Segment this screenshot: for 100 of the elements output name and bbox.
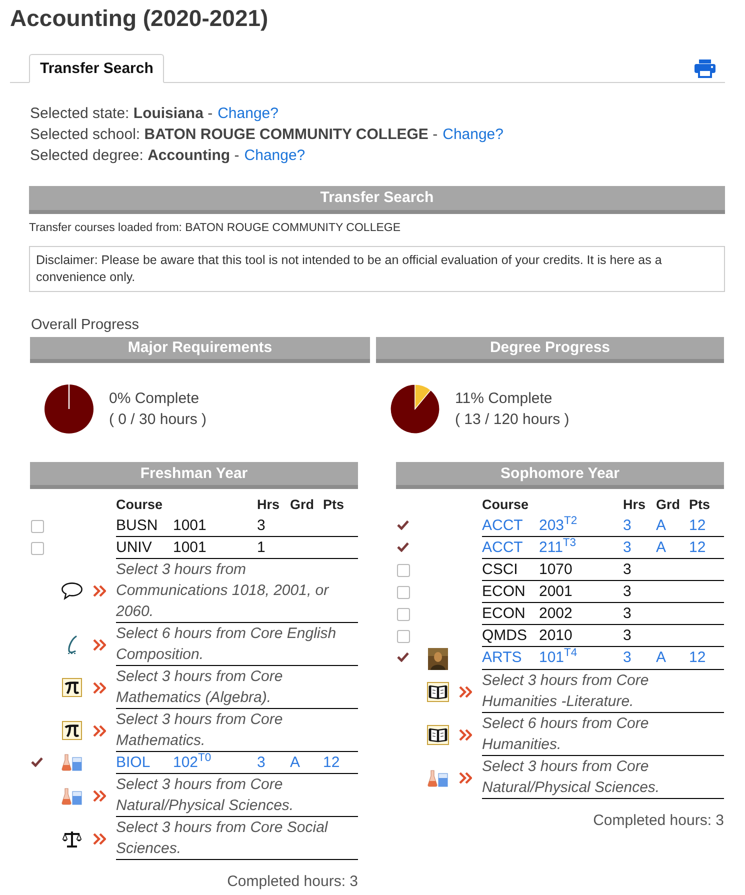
selection-text: Selected degree: Accounting - bbox=[30, 146, 240, 166]
selection-text: Selected school: BATON ROUGE COMMUNITY COLLEGE - bbox=[30, 125, 438, 145]
course-points[interactable]: 12 bbox=[689, 539, 706, 556]
print-icon[interactable] bbox=[694, 59, 716, 78]
double-chevron-icon[interactable] bbox=[93, 638, 106, 650]
flask-beaker-icon bbox=[427, 768, 449, 786]
pen-stroke-icon bbox=[65, 634, 79, 654]
checkbox[interactable] bbox=[31, 542, 44, 555]
column-header: Course bbox=[116, 497, 163, 512]
check-mark[interactable] bbox=[397, 652, 409, 662]
tab[interactable]: Transfer Search bbox=[29, 54, 164, 83]
double-chevron-icon[interactable] bbox=[93, 585, 106, 597]
double-chevron-icon[interactable] bbox=[93, 724, 106, 736]
requirement-text: Select 3 hours from Core Mathematics (Algebra). bbox=[116, 667, 284, 708]
year-header: Freshman Year bbox=[30, 462, 358, 489]
course-number[interactable]: 102$^{T0}$ bbox=[173, 754, 212, 771]
selection-text: Selected state: Louisiana - bbox=[30, 104, 213, 124]
course-grade[interactable]: A bbox=[656, 517, 666, 534]
section-header: Transfer Search bbox=[29, 186, 725, 214]
course-subject: CSCI bbox=[482, 561, 518, 578]
course-number: 2001 bbox=[539, 583, 572, 600]
course-number: 2002 bbox=[539, 605, 572, 622]
speech-bubble-icon bbox=[61, 582, 83, 600]
course-subject: QMDS bbox=[482, 627, 527, 644]
course-grade[interactable]: A bbox=[656, 539, 666, 556]
course-hours: 3 bbox=[623, 627, 632, 644]
check-mark[interactable] bbox=[397, 542, 409, 552]
requirement-text: Select 3 hours from Core Humanities -Literature. bbox=[482, 671, 650, 712]
course-hours: 3 bbox=[623, 605, 632, 622]
check-mark[interactable] bbox=[31, 757, 43, 767]
column-header: Pts bbox=[689, 497, 710, 512]
course-number[interactable]: 211$^{T3}$ bbox=[539, 539, 576, 556]
course-subject[interactable]: ARTS bbox=[482, 649, 522, 666]
course-subject: ECON bbox=[482, 605, 526, 622]
panel-header: Major Requirements bbox=[30, 337, 370, 363]
hours-text: ( 0 / 30 hours ) bbox=[109, 410, 207, 430]
double-chevron-icon[interactable] bbox=[93, 832, 106, 844]
double-chevron-icon[interactable] bbox=[459, 686, 472, 698]
checkbox[interactable] bbox=[397, 608, 410, 621]
course-hours[interactable]: 3 bbox=[257, 754, 266, 771]
book-icon bbox=[427, 682, 449, 702]
page-title: Accounting (2020-2021) bbox=[10, 4, 268, 32]
column-header: Hrs bbox=[623, 497, 646, 512]
course-points[interactable]: 12 bbox=[689, 649, 706, 666]
requirement-text: Select 6 hours from Core Humanities. bbox=[482, 714, 650, 755]
pi-icon bbox=[62, 678, 82, 697]
course-subject: ECON bbox=[482, 583, 526, 600]
course-subject[interactable]: ACCT bbox=[482, 517, 523, 534]
course-subject: BUSN bbox=[116, 517, 158, 534]
course-hours[interactable]: 3 bbox=[623, 649, 632, 666]
course-subject[interactable]: ACCT bbox=[482, 539, 523, 556]
course-number[interactable]: 203$^{T2}$ bbox=[539, 517, 578, 534]
double-chevron-icon[interactable] bbox=[93, 682, 106, 694]
course-hours: 3 bbox=[623, 561, 632, 578]
column-header: Grd bbox=[656, 497, 680, 512]
course-grade[interactable]: A bbox=[290, 754, 300, 771]
course-number: 2010 bbox=[539, 627, 572, 644]
double-chevron-icon[interactable] bbox=[459, 728, 472, 740]
panel-header: Degree Progress bbox=[376, 337, 724, 363]
scales-icon bbox=[62, 830, 82, 848]
year-header: Sophomore Year bbox=[396, 462, 724, 489]
requirement-text: Select 3 hours from Communications 1018, 2001, or 2060. bbox=[116, 560, 330, 622]
course-number[interactable]: 101$^{T4}$ bbox=[539, 649, 578, 666]
course-subject[interactable]: BIOL bbox=[116, 754, 150, 771]
course-hours[interactable]: 3 bbox=[623, 539, 632, 556]
change-link[interactable]: Change? bbox=[244, 145, 306, 166]
double-chevron-icon[interactable] bbox=[93, 790, 106, 802]
course-hours: 1 bbox=[257, 539, 266, 556]
overall-progress-heading: Overall Progress bbox=[31, 316, 139, 335]
hours-text: ( 13 / 120 hours ) bbox=[455, 410, 570, 430]
checkbox[interactable] bbox=[397, 564, 410, 577]
column-header: Pts bbox=[323, 497, 344, 512]
change-link[interactable]: Change? bbox=[218, 103, 278, 124]
requirement-text: Select 3 hours from Core Natural/Physical Sciences. bbox=[482, 757, 661, 798]
course-hours: 3 bbox=[623, 583, 632, 600]
course-points[interactable]: 12 bbox=[323, 754, 340, 771]
course-hours: 3 bbox=[257, 517, 266, 534]
check-mark[interactable] bbox=[397, 520, 409, 530]
percent-text: 11% Complete bbox=[455, 389, 552, 409]
checkbox[interactable] bbox=[31, 520, 44, 533]
course-hours[interactable]: 3 bbox=[623, 517, 632, 534]
checkbox[interactable] bbox=[397, 586, 410, 599]
course-subject: UNIV bbox=[116, 539, 152, 556]
column-header: Grd bbox=[290, 497, 314, 512]
requirement-text: Select 3 hours from Core Mathematics. bbox=[116, 710, 284, 751]
completed-hours-text: Completed hours: 3 bbox=[593, 811, 724, 831]
requirement-text: Select 3 hours from Core Natural/Physical Sciences. bbox=[116, 775, 295, 816]
double-chevron-icon[interactable] bbox=[459, 772, 472, 784]
disclaimer-notice: Disclaimer: Please be aware that this tool is not intended to be an official evaluation of your credits. It is here as a convenience only. bbox=[29, 246, 725, 292]
percent-text: 0% Complete bbox=[109, 389, 200, 409]
requirement-text: Select 3 hours from Core Social Sciences. bbox=[116, 818, 329, 859]
change-link[interactable]: Change? bbox=[442, 124, 504, 145]
column-header: Course bbox=[482, 497, 529, 512]
course-points[interactable]: 12 bbox=[689, 517, 706, 534]
course-number: 1001 bbox=[173, 517, 206, 534]
course-grade[interactable]: A bbox=[656, 649, 666, 666]
column-header: Hrs bbox=[257, 497, 280, 512]
completed-hours-text: Completed hours: 3 bbox=[227, 872, 358, 892]
checkbox[interactable] bbox=[397, 630, 410, 643]
flask-beaker-icon bbox=[61, 786, 83, 804]
